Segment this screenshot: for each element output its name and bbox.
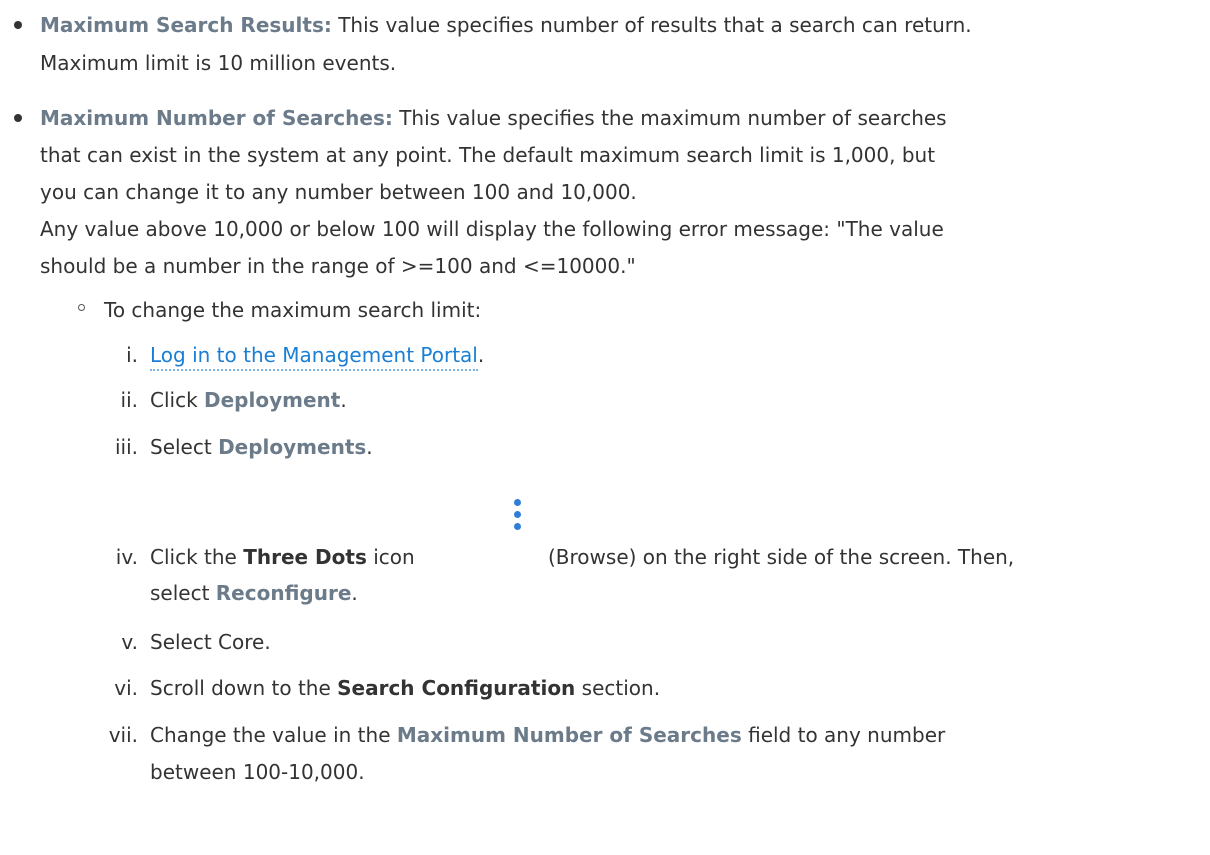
max-searches-line-1: Maximum Number of Searches: This value s…	[40, 103, 947, 133]
step-7-line2: between 100-10,000.	[150, 760, 365, 784]
step-2-pre: Click	[150, 388, 205, 412]
document-page: Maximum Search Results: This value speci…	[0, 0, 1210, 855]
max-searches-label: Maximum Number of Searches:	[40, 106, 393, 130]
max-results-label: Maximum Search Results:	[40, 13, 332, 37]
step-7-line-2: between 100-10,000.	[150, 757, 365, 787]
step-1: Log in to the Management Portal.	[150, 340, 485, 371]
step-6-pre: Scroll down to the	[150, 676, 338, 700]
step-4-line-1: Click the Three Dots icon	[150, 542, 415, 572]
max-searches-text-3: you can change it to any number between …	[40, 180, 637, 204]
max-number-searches-term: Maximum Number of Searches	[396, 723, 742, 747]
step-4-after-icon: (Browse) on the right side of the screen…	[548, 542, 1014, 572]
step-6: Scroll down to the Search Configuration …	[150, 673, 660, 703]
step-6-post: section.	[575, 676, 661, 700]
step-7-pre: Change the value in the	[150, 723, 397, 747]
reconfigure-term: Reconfigure	[215, 581, 352, 605]
step-number: iv.	[115, 545, 138, 569]
three-dots-term: Three Dots	[243, 545, 367, 569]
deployment-term: Deployment	[204, 388, 341, 412]
max-results-line-2: Maximum limit is 10 million events.	[40, 48, 396, 78]
max-searches-line-2: that can exist in the system at any poin…	[40, 140, 935, 170]
step-3-post: .	[366, 435, 373, 459]
step-number: vii.	[108, 723, 138, 747]
step-5: Select Core.	[150, 627, 271, 657]
vertical-ellipsis-icon	[512, 499, 522, 539]
search-configuration-term: Search Configuration	[337, 676, 576, 700]
max-searches-text-5: should be a number in the range of >=100…	[40, 254, 636, 278]
step-number: iii.	[114, 435, 138, 459]
step-4-line2-pre: select	[150, 581, 216, 605]
step-2-post: .	[340, 388, 347, 412]
step-5-text: Select Core.	[150, 630, 271, 654]
max-searches-line-3: you can change it to any number between …	[40, 177, 637, 207]
step-number: v.	[121, 630, 138, 654]
step-7-line-1: Change the value in the Maximum Number o…	[150, 720, 945, 750]
step-3: Select Deployments.	[150, 432, 373, 462]
step-1-post: .	[477, 343, 485, 367]
deployments-term: Deployments	[218, 435, 367, 459]
step-3-pre: Select	[150, 435, 219, 459]
max-searches-text-1: This value specifies the maximum number …	[392, 106, 947, 130]
step-2: Click Deployment.	[150, 385, 347, 415]
sub-bullet-icon	[78, 304, 85, 311]
step-number: vi.	[114, 676, 138, 700]
step-4-after-icon-text: (Browse) on the right side of the screen…	[548, 545, 1015, 569]
step-number: i.	[126, 343, 138, 367]
procedure-intro-text: To change the maximum search limit:	[104, 298, 482, 322]
bullet-icon	[14, 114, 22, 122]
max-searches-text-2: that can exist in the system at any poin…	[40, 143, 936, 167]
step-number: ii.	[120, 388, 138, 412]
step-7-post: field to any number	[741, 723, 946, 747]
max-results-text-2: Maximum limit is 10 million events.	[40, 51, 397, 75]
procedure-intro: To change the maximum search limit:	[104, 295, 481, 325]
management-portal-link[interactable]: Log in to the Management Portal	[150, 343, 478, 371]
step-4-pre: Click the	[150, 545, 244, 569]
step-4-mid: icon	[366, 545, 415, 569]
step-4-line-2: select Reconfigure.	[150, 578, 358, 608]
max-searches-text-4: Any value above 10,000 or below 100 will…	[40, 217, 944, 241]
max-searches-line-5: should be a number in the range of >=100…	[40, 251, 636, 281]
max-results-text: This value specifies number of results t…	[331, 13, 972, 37]
max-results-line-1: Maximum Search Results: This value speci…	[40, 10, 972, 40]
max-searches-line-4: Any value above 10,000 or below 100 will…	[40, 214, 944, 244]
step-4-post: .	[351, 581, 358, 605]
bullet-icon	[14, 21, 22, 29]
